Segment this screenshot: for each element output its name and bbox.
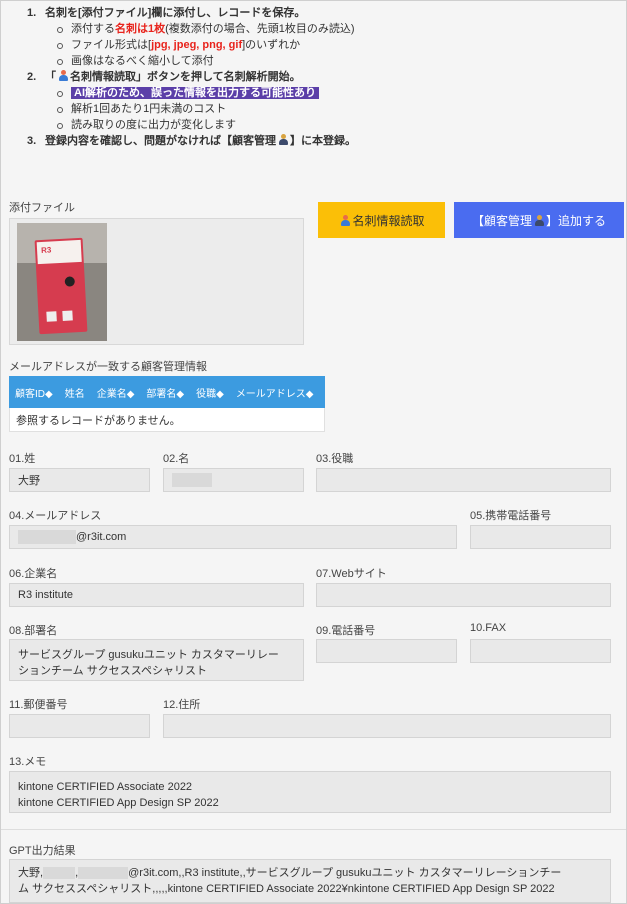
instruction-step-2-sub-1: AI解析のため、誤った情報を出力する可能性あり <box>57 85 617 101</box>
add-customer-button[interactable]: 【顧客管理 】追加する <box>454 202 624 238</box>
warning-highlight: AI解析のため、誤った情報を出力する可能性あり <box>71 87 319 99</box>
gpt-output-field[interactable]: 大野,, @r3it.com,,R3 institute,,サービスグループ gu… <box>9 859 611 903</box>
app-frame: 1. 名刺を[添付ファイル]欄に添付し、レコードを保存。 添付する名刺は1枚(複数… <box>0 0 627 904</box>
address-label: 12.住所 <box>163 699 201 711</box>
table-empty-row: 参照するレコードがありません。 <box>9 408 325 432</box>
phone-label: 09.電話番号 <box>316 625 376 637</box>
website-field[interactable] <box>316 583 611 607</box>
instruction-step-1-sub-2: ファイル形式は[jpg, jpeg, png, gif]のいずれか <box>57 37 617 53</box>
mobile-label: 05.携帯電話番号 <box>470 510 552 522</box>
phone-field[interactable] <box>316 639 457 663</box>
instruction-step-2-sub-3: 読み取りの度に出力が変化します <box>57 117 617 133</box>
title-label: 03.役職 <box>316 453 354 465</box>
instructions: 1. 名刺を[添付ファイル]欄に添付し、レコードを保存。 添付する名刺は1枚(複数… <box>27 5 617 149</box>
read-card-button[interactable]: 名刺情報読取 <box>318 202 445 238</box>
column-name: 姓名 <box>64 388 85 400</box>
first-name-field[interactable] <box>163 468 304 492</box>
zip-field[interactable] <box>9 714 150 738</box>
column-department[interactable]: 部署名◆ <box>146 385 184 400</box>
last-name-label: 01.姓 <box>9 453 36 465</box>
website-label: 07.Webサイト <box>316 568 387 580</box>
email-label: 04.メールアドレス <box>9 510 102 522</box>
memo-label: 13.メモ <box>9 756 47 768</box>
related-records-label: メールアドレスが一致する顧客管理情報 <box>9 361 207 373</box>
attachment-field[interactable]: R3 <box>9 218 304 345</box>
related-records-table: 顧客ID◆ 姓名 企業名◆ 部署名◆ 役職◆ メールアドレス◆ 参照するレコード… <box>9 376 325 432</box>
redacted-text <box>18 530 76 544</box>
customer-icon <box>278 134 288 145</box>
redacted-text <box>43 867 76 880</box>
last-name-field[interactable]: 大野 <box>9 468 150 492</box>
memo-field[interactable]: kintone CERTIFIED Associate 2022 kintone … <box>9 771 611 813</box>
column-company[interactable]: 企業名◆ <box>97 385 135 400</box>
instruction-step-1-sub-1: 添付する名刺は1枚(複数添付の場合、先頭1枚目のみ読込) <box>57 21 617 37</box>
company-field[interactable]: R3 institute <box>9 583 304 607</box>
department-field[interactable]: サービスグループ gusukuユニット カスタマーリレー ションチーム サクセスス… <box>9 639 304 681</box>
business-card-image: R3 <box>34 237 88 335</box>
business-card-thumbnail[interactable]: R3 <box>17 223 107 341</box>
redacted-text <box>172 473 212 487</box>
zip-label: 11.郵便番号 <box>9 699 68 711</box>
fax-label: 10.FAX <box>470 622 507 634</box>
instruction-step-2: 2. 「名刺情報読取」ボタンを押して名刺解析開始。 AI解析のため、誤った情報を出… <box>27 69 617 133</box>
first-name-label: 02.名 <box>163 453 190 465</box>
department-label: 08.部署名 <box>9 625 58 637</box>
divider <box>1 829 626 830</box>
instruction-step-2-sub-2: 解析1回あたり1円未満のコスト <box>57 101 617 117</box>
email-field[interactable]: @r3it.com <box>9 525 457 549</box>
address-field[interactable] <box>163 714 611 738</box>
instruction-step-1-sub-3: 画像はなるべく縮小して添付 <box>57 53 617 69</box>
person-icon <box>58 70 68 81</box>
redacted-text <box>78 867 129 880</box>
instruction-step-1: 1. 名刺を[添付ファイル]欄に添付し、レコードを保存。 添付する名刺は1枚(複数… <box>27 5 617 69</box>
attachment-label: 添付ファイル <box>9 202 75 214</box>
table-header: 顧客ID◆ 姓名 企業名◆ 部署名◆ 役職◆ メールアドレス◆ <box>9 376 325 408</box>
instruction-step-3: 3. 登録内容を確認し、問題がなければ【顧客管理 】に本登録。 <box>27 134 356 147</box>
customer-icon <box>534 214 544 226</box>
column-customer-id[interactable]: 顧客ID◆ <box>15 385 53 400</box>
person-icon <box>340 214 351 226</box>
column-title[interactable]: 役職◆ <box>196 385 224 400</box>
fax-field[interactable] <box>470 639 611 663</box>
mobile-field[interactable] <box>470 525 611 549</box>
column-email[interactable]: メールアドレス◆ <box>236 385 314 400</box>
title-field[interactable] <box>316 468 611 492</box>
gpt-output-label: GPT出力結果 <box>9 845 76 857</box>
card-logo: R3 <box>40 245 52 255</box>
company-label: 06.企業名 <box>9 568 58 580</box>
